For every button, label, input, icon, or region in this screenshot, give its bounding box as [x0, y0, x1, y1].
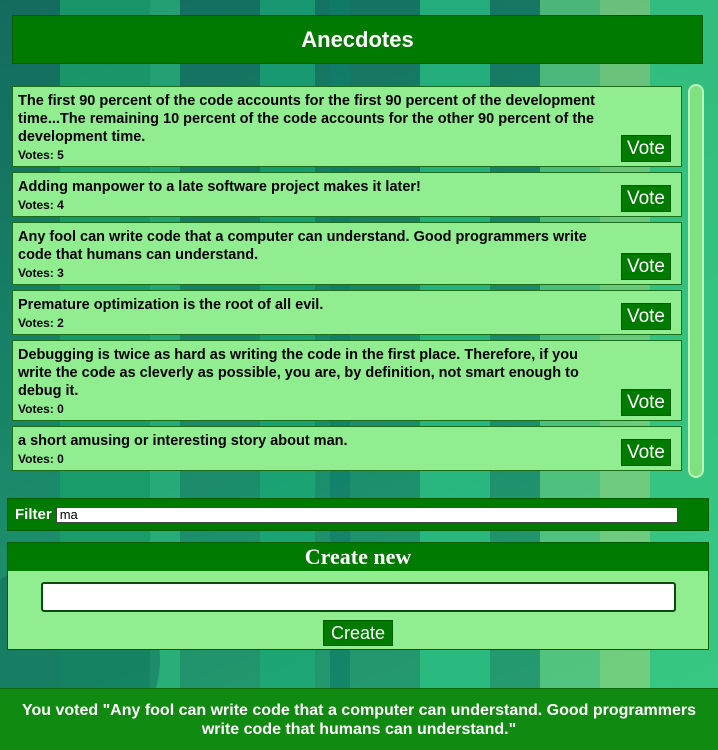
anecdote-text: Premature optimization is the root of al…	[18, 297, 324, 313]
scrollbar-thumb[interactable]	[690, 86, 702, 476]
create-form-title: Create new	[8, 543, 708, 571]
list-scrollbar[interactable]	[688, 84, 704, 478]
anecdote-votes: Votes: 2	[18, 316, 64, 330]
anecdote-item: Any fool can write code that a computer …	[12, 222, 682, 285]
create-form: Create new Create	[7, 542, 709, 650]
anecdote-votes: Votes: 4	[18, 198, 64, 212]
anecdote-text: Debugging is twice as hard as writing th…	[18, 347, 579, 399]
anecdote-votes: Votes: 3	[18, 266, 64, 280]
vote-button[interactable]: Vote	[620, 185, 671, 212]
create-button[interactable]: Create	[323, 620, 394, 646]
anecdote-votes: Votes: 0	[18, 452, 64, 466]
notification-text: You voted "Any fool can write code that …	[21, 701, 697, 738]
anecdote-text: Any fool can write code that a computer …	[18, 229, 587, 263]
anecdote-list: The first 90 percent of the code account…	[12, 86, 682, 476]
vote-button[interactable]: Vote	[620, 389, 671, 416]
vote-button[interactable]: Vote	[620, 439, 671, 466]
anecdote-item: a short amusing or interesting story abo…	[12, 426, 682, 471]
filter-input[interactable]	[55, 506, 678, 523]
anecdote-text: a short amusing or interesting story abo…	[18, 433, 348, 449]
anecdote-item: The first 90 percent of the code account…	[12, 86, 682, 167]
anecdote-item: Debugging is twice as hard as writing th…	[12, 340, 682, 421]
anecdote-item: Premature optimization is the root of al…	[12, 290, 682, 335]
new-anecdote-input[interactable]	[41, 582, 676, 612]
anecdote-votes: Votes: 0	[18, 402, 64, 416]
vote-button[interactable]: Vote	[620, 135, 671, 162]
anecdote-text: The first 90 percent of the code account…	[18, 93, 595, 145]
vote-button[interactable]: Vote	[620, 303, 671, 330]
vote-button[interactable]: Vote	[620, 253, 671, 280]
anecdote-text: Adding manpower to a late software proje…	[18, 179, 421, 195]
page-title: Anecdotes	[12, 15, 703, 64]
filter-bar: Filter	[7, 498, 709, 531]
anecdote-item: Adding manpower to a late software proje…	[12, 172, 682, 217]
filter-label: Filter	[15, 506, 52, 523]
notification-banner: You voted "Any fool can write code that …	[0, 688, 718, 750]
anecdote-votes: Votes: 5	[18, 148, 64, 162]
